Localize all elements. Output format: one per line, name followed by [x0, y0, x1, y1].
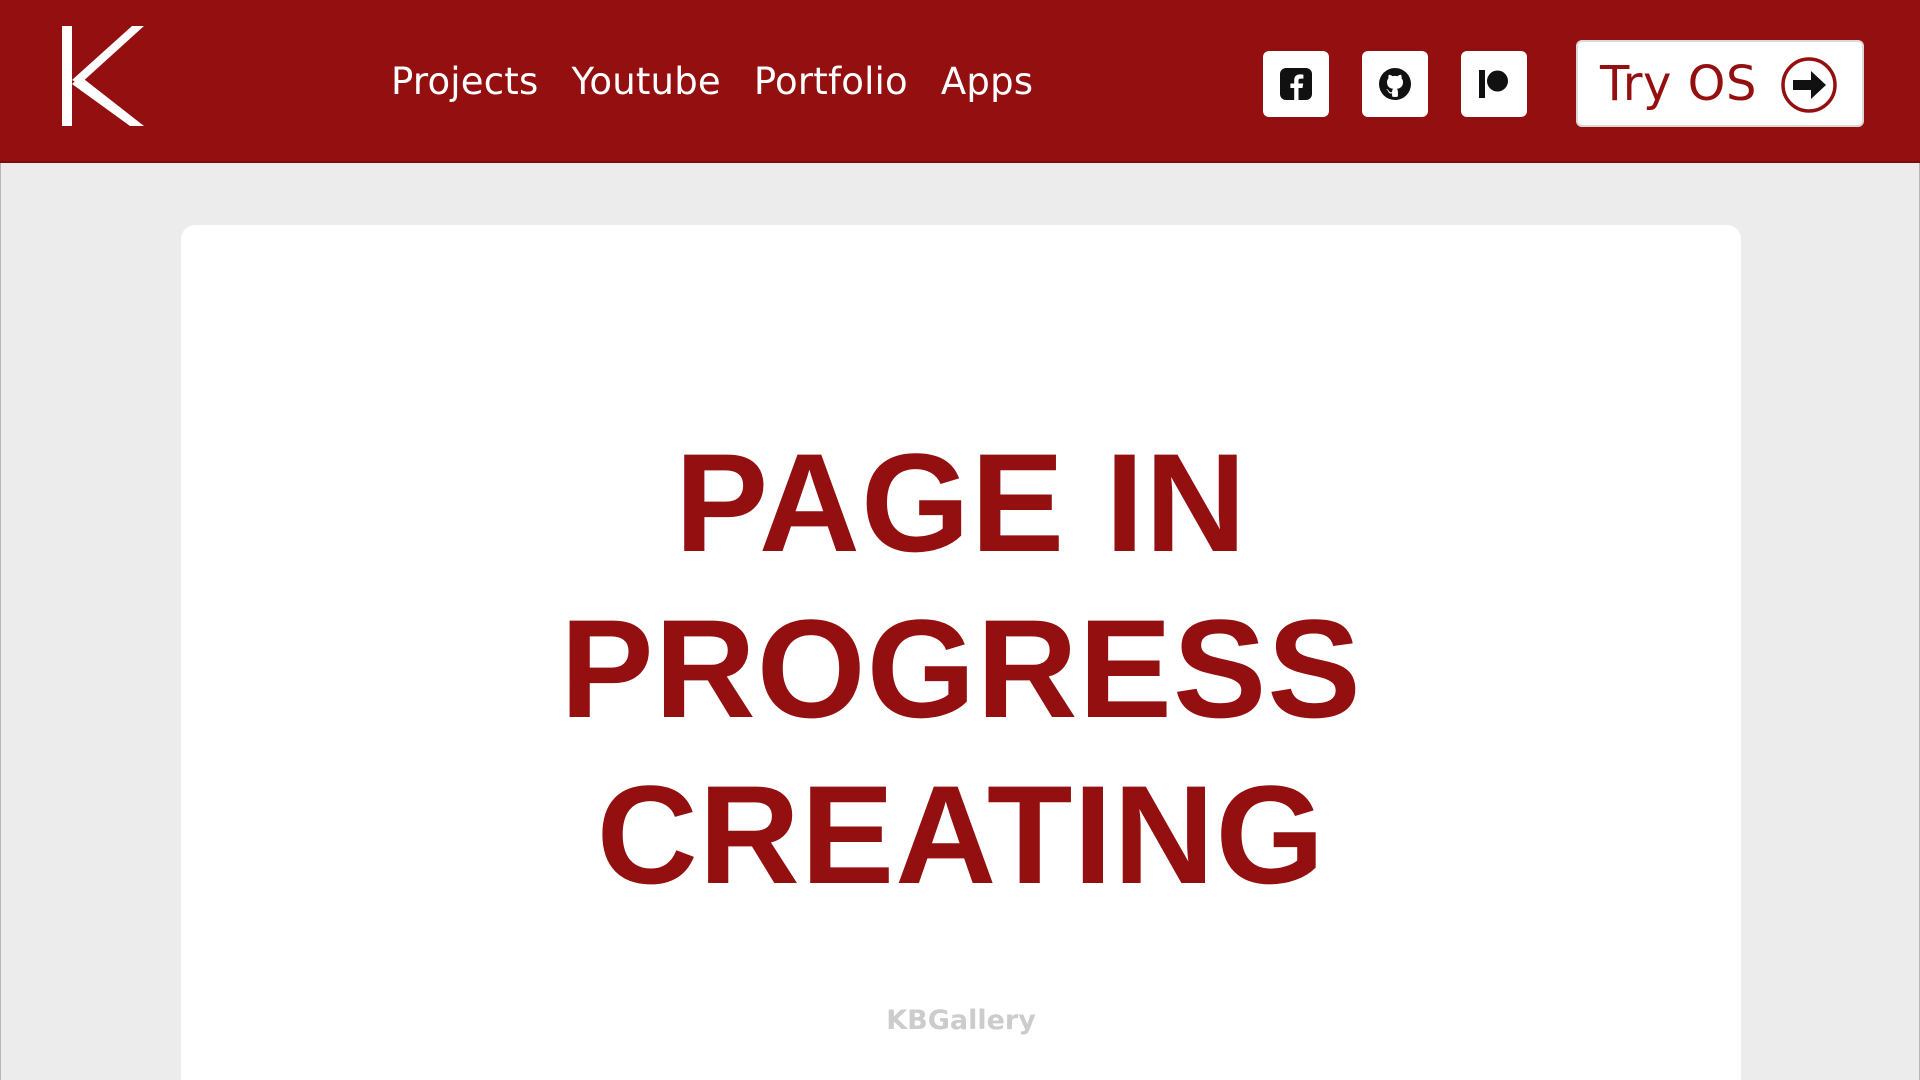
page: Projects Youtube Portfolio Apps Try OS P… [0, 0, 1920, 1080]
page-in-progress-headline: PAGE IN PROGRESS CREATING [181, 420, 1741, 918]
github-icon [1379, 68, 1411, 100]
nav-item-youtube[interactable]: Youtube [571, 56, 720, 108]
content-area: PAGE IN PROGRESS CREATING KBGallery [0, 163, 1920, 1080]
try-os-label: Try OS [1600, 55, 1757, 112]
headline-line: PAGE IN [674, 424, 1248, 581]
facebook-button[interactable] [1263, 51, 1329, 117]
footer-brand-text: KBGallery [886, 1005, 1036, 1036]
patreon-button[interactable] [1461, 51, 1527, 117]
k-logo-icon[interactable] [58, 22, 146, 130]
main-nav: Projects Youtube Portfolio Apps [391, 56, 1066, 108]
headline-line: CREATING [596, 756, 1326, 913]
content-card: PAGE IN PROGRESS CREATING KBGallery [181, 225, 1741, 1080]
top-navbar: Projects Youtube Portfolio Apps Try OS [0, 0, 1920, 163]
arrow-right-circle-icon [1781, 57, 1837, 113]
nav-item-projects[interactable]: Projects [391, 56, 538, 108]
headline-line: PROGRESS [560, 590, 1362, 747]
nav-item-apps[interactable]: Apps [941, 56, 1033, 108]
try-os-button[interactable]: Try OS [1576, 40, 1864, 127]
github-button[interactable] [1362, 51, 1428, 117]
facebook-icon [1280, 68, 1312, 100]
patreon-icon [1479, 70, 1508, 98]
nav-item-portfolio[interactable]: Portfolio [754, 56, 908, 108]
